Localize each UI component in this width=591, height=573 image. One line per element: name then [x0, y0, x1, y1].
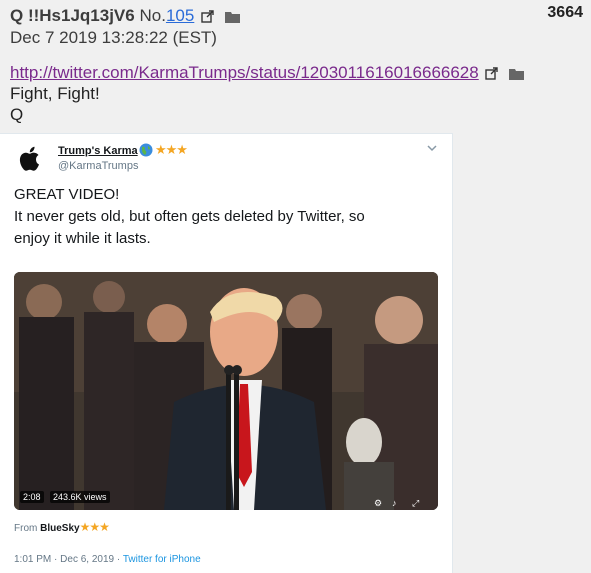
tweet-text: GREAT VIDEO! It never gets old, but ofte…	[14, 184, 434, 250]
tweet-text-line: It never gets old, but often gets delete…	[14, 208, 365, 225]
folder-icon[interactable]	[224, 11, 240, 23]
tweet-text-line: GREAT VIDEO!	[14, 186, 120, 203]
tweet-link-line: http://twitter.com/KarmaTrumps/status/12…	[10, 63, 525, 83]
external-link-icon[interactable]	[201, 10, 214, 23]
from-line: From BlueSky★★★	[14, 520, 110, 534]
tweet-user-handle[interactable]: @KarmaTrumps	[58, 160, 138, 172]
tweet-user-name[interactable]: Trump's Karma	[58, 145, 138, 157]
tweet-card: Trump's Karma ★★★ @KarmaTrumps GREAT VID…	[0, 133, 453, 573]
from-user[interactable]: BlueSky	[40, 523, 79, 534]
star-icon: ★★★	[79, 520, 110, 534]
fullscreen-icon[interactable]: ⤢	[412, 498, 419, 509]
post-signature: Q	[10, 105, 24, 124]
volume-icon[interactable]: ♪	[392, 498, 397, 508]
video-duration: 2:08	[20, 491, 44, 503]
tweet-link[interactable]: http://twitter.com/KarmaTrumps/status/12…	[10, 63, 479, 82]
globe-icon	[139, 143, 153, 157]
settings-icon[interactable]: ⚙	[374, 498, 382, 509]
video-player[interactable]: 2:08 243.6K views ⚙ ♪ ⤢	[14, 272, 438, 510]
star-icon: ★★★	[155, 142, 188, 157]
external-link-icon[interactable]	[485, 67, 499, 80]
tweet-text-line: enjoy it while it lasts.	[14, 230, 151, 247]
post-id: 3664	[547, 4, 583, 21]
post-number-link[interactable]: 105	[166, 6, 194, 25]
separator: ·	[116, 554, 121, 565]
tweet-meta: 1:01 PM · Dec 6, 2019 · Twitter for iPho…	[14, 554, 201, 565]
apple-logo[interactable]	[14, 142, 46, 174]
post-number-prefix: No.	[139, 6, 166, 25]
post-date: Dec 7 2019 13:28:22 (EST)	[10, 28, 217, 47]
video-views: 243.6K views	[50, 491, 110, 503]
tweet-source[interactable]: Twitter for iPhone	[123, 554, 201, 565]
separator: ·	[54, 554, 58, 565]
folder-icon[interactable]	[509, 68, 525, 80]
chevron-down-icon[interactable]	[427, 144, 437, 152]
from-prefix: From	[14, 523, 41, 534]
tweet-time[interactable]: 1:01 PM	[14, 554, 51, 565]
post-author: Q !!Hs1Jq13jV6	[10, 6, 135, 25]
post-header: Q !!Hs1Jq13jV6 No.105	[10, 6, 581, 26]
post-message-line: Fight, Fight!	[10, 84, 100, 103]
video-frame	[14, 272, 438, 510]
tweet-date[interactable]: Dec 6, 2019	[60, 554, 114, 565]
